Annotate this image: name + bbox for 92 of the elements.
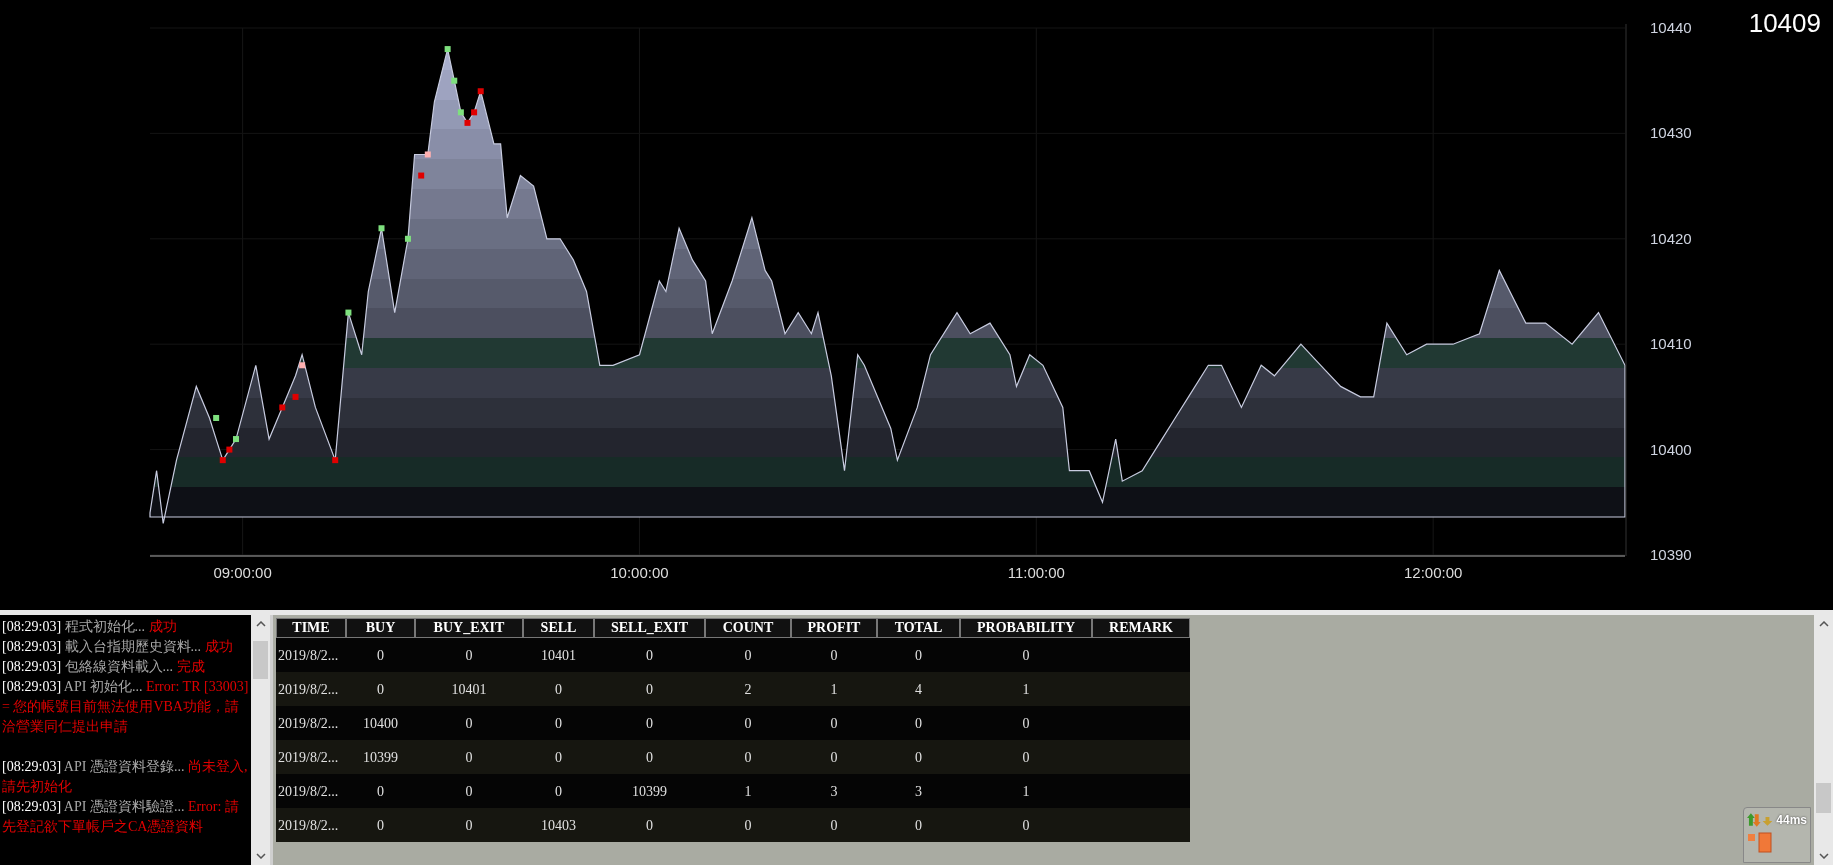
- log-entry: [08:29:03] 程式初始化... 成功: [2, 618, 178, 636]
- y-tick-label: 10440: [1650, 19, 1692, 36]
- table-cell: 0: [555, 749, 562, 765]
- table-cell: 0: [465, 817, 473, 833]
- column-header[interactable]: COUNT: [705, 618, 791, 638]
- scroll-up-icon[interactable]: [255, 621, 266, 627]
- column-header[interactable]: REMARK: [1092, 618, 1190, 638]
- table-cell: 0: [1022, 715, 1030, 731]
- table-cell: 0: [377, 681, 384, 697]
- table-cell: 0: [646, 749, 653, 765]
- scrollbar[interactable]: [1814, 615, 1833, 865]
- table-cell: 2019/8/2...: [278, 783, 339, 799]
- table-cell: 0: [555, 783, 562, 799]
- x-tick-label: 11:00:00: [1007, 564, 1065, 581]
- table-cell: 0: [646, 647, 653, 663]
- table-cell: 0: [377, 817, 384, 833]
- table-cell: 3: [915, 783, 922, 799]
- table-cell: 0: [915, 647, 922, 663]
- y-tick-label: 10390: [1650, 546, 1692, 563]
- latency-label: 44ms: [1776, 812, 1807, 829]
- table-cell: 10401: [541, 647, 576, 663]
- table-cell: 2019/8/2...: [278, 715, 339, 731]
- current-price: 10409: [1748, 7, 1821, 40]
- scroll-up-icon[interactable]: [1818, 621, 1829, 627]
- table-cell: 0: [830, 749, 838, 765]
- table-cell: 0: [377, 783, 384, 799]
- table-cell: 1: [1022, 783, 1030, 799]
- scroll-down-icon[interactable]: [1818, 853, 1829, 859]
- log-entry: [08:29:03] API 憑證資料驗證... Error: 請先登記欲下單帳戶之CA憑證資料: [2, 798, 240, 836]
- scrollbar[interactable]: [251, 615, 270, 865]
- table-cell: 2019/8/2...: [278, 681, 339, 697]
- scroll-down-icon[interactable]: [255, 853, 266, 859]
- table-cell: 1: [830, 681, 838, 697]
- table-cell: 0: [744, 817, 752, 833]
- table-cell: 0: [915, 817, 922, 833]
- transfer-arrows-icon: [1747, 813, 1775, 827]
- table-cell: 10399: [363, 749, 398, 765]
- column-header[interactable]: BUY: [346, 618, 415, 638]
- table-cell: 0: [744, 647, 752, 663]
- table-cell: 0: [915, 715, 922, 731]
- y-tick-label: 10420: [1650, 229, 1692, 247]
- y-tick-label: 10430: [1650, 124, 1692, 142]
- table-cell: 0: [830, 817, 838, 833]
- y-tick-label: 10410: [1650, 335, 1692, 353]
- scroll-thumb[interactable]: [253, 641, 268, 679]
- table-cell: 0: [646, 715, 653, 731]
- log-entry: [08:29:03] API 初始化... Error: TR [33003] = 您的帳號目前無法使用VBA功能，請洽營業同仁提出申請: [2, 678, 249, 736]
- table-cell: 0: [555, 681, 562, 697]
- table-cell: 10403: [541, 817, 576, 833]
- table-cell: 0: [465, 715, 473, 731]
- table-cell: 0: [646, 681, 653, 697]
- table-cell: 0: [646, 817, 653, 833]
- table-cell: 0: [465, 749, 473, 765]
- column-header[interactable]: PROFIT: [791, 618, 877, 638]
- y-tick-label: 10400: [1650, 440, 1692, 458]
- table-cell: 0: [830, 715, 838, 731]
- table-cell: 0: [377, 647, 384, 663]
- scroll-thumb[interactable]: [1816, 783, 1831, 813]
- table-cell: 0: [1022, 647, 1030, 663]
- log-entry: [08:29:03] 包絡線資料載入... 完成: [2, 658, 206, 676]
- x-tick-label: 12:00:00: [1404, 564, 1463, 581]
- table-cell: 0: [465, 647, 473, 663]
- table-cell: 1: [744, 783, 752, 799]
- table-cell: 2019/8/2...: [278, 749, 339, 765]
- squares-icon: [1747, 831, 1773, 853]
- log-entry: [08:29:03] API 憑證資料登錄... 尚未登入, 請先初始化: [2, 758, 249, 796]
- column-header[interactable]: PROBABILITY: [960, 618, 1092, 638]
- table-cell: 0: [555, 715, 562, 731]
- column-header[interactable]: TIME: [276, 618, 346, 638]
- table-cell: 10401: [451, 681, 487, 697]
- table-cell: 4: [915, 681, 922, 697]
- table-cell: 0: [1022, 817, 1030, 833]
- table-cell: 2019/8/2...: [278, 817, 339, 833]
- column-header[interactable]: BUY_EXIT: [415, 618, 523, 638]
- table-cell: 0: [830, 647, 838, 663]
- table-cell: 1: [1022, 681, 1030, 697]
- table-cell: 0: [1022, 749, 1030, 765]
- table-cell: 2: [744, 681, 752, 697]
- table-cell: 10399: [632, 783, 667, 799]
- table-cell: 0: [915, 749, 922, 765]
- x-tick-label: 09:00:00: [213, 564, 272, 581]
- log-entry: [08:29:03] 載入台指期歷史資料... 成功: [2, 638, 234, 656]
- table-cell: 0: [744, 749, 752, 765]
- table-cell: 3: [830, 783, 838, 799]
- column-header[interactable]: SELL_EXIT: [594, 618, 705, 638]
- column-header[interactable]: SELL: [523, 618, 594, 638]
- table-cell: 2019/8/2...: [278, 647, 339, 663]
- column-header[interactable]: TOTAL: [877, 618, 960, 638]
- table-cell: 10400: [363, 715, 398, 731]
- x-tick-label: 10:00:00: [610, 564, 669, 581]
- table-cell: 0: [744, 715, 752, 731]
- table-cell: 0: [465, 783, 473, 799]
